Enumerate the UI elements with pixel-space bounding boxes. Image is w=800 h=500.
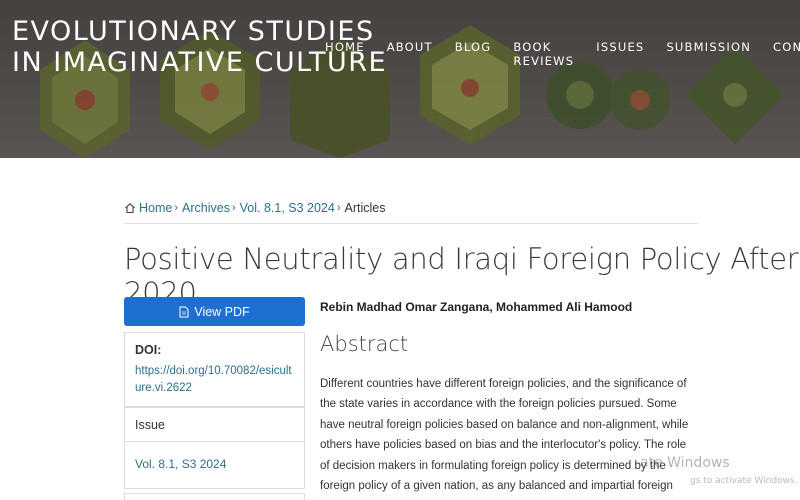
nav-home[interactable]: HOME (325, 40, 365, 68)
nav-issues[interactable]: ISSUES (596, 40, 644, 68)
site-header: EVOLUTIONARY STUDIES IN IMAGINATIVE CULT… (0, 0, 800, 158)
issue-heading: Issue (124, 407, 305, 442)
activate-windows-watermark: ate Windows (640, 455, 730, 471)
nav-blog[interactable]: BLOG (455, 40, 492, 68)
nav-contact[interactable]: CONTACT (773, 40, 800, 68)
breadcrumb-current: Articles (344, 201, 386, 215)
chevron-right-icon: › (231, 202, 236, 214)
view-pdf-button[interactable]: View PDF (124, 297, 305, 326)
article-authors: Rebin Madhad Omar Zangana, Mohammed Ali … (320, 300, 633, 314)
chevron-right-icon: › (336, 202, 341, 214)
abstract-text: Different countries have different forei… (320, 378, 689, 493)
breadcrumb: Home › Archives › Vol. 8.1, S3 2024 › Ar… (124, 201, 386, 215)
file-icon (179, 306, 189, 317)
view-pdf-label: View PDF (194, 304, 250, 319)
main-nav: HOME ABOUT BLOG BOOK REVIEWS ISSUES SUBM… (325, 40, 800, 68)
divider (124, 223, 698, 224)
doi-label: DOI: (135, 343, 162, 357)
breadcrumb-volume[interactable]: Vol. 8.1, S3 2024 (240, 201, 335, 215)
activate-windows-subtitle: gs to activate Windows. (690, 476, 798, 486)
chevron-right-icon: › (174, 202, 179, 214)
issue-link[interactable]: Vol. 8.1, S3 2024 (124, 441, 305, 489)
doi-panel: DOI: https://doi.org/10.70082/esiculture… (124, 332, 305, 407)
home-icon (125, 203, 135, 214)
breadcrumb-archives[interactable]: Archives (182, 201, 230, 215)
abstract-heading: Abstract (320, 332, 409, 356)
nav-about[interactable]: ABOUT (387, 40, 433, 68)
doi-link[interactable]: https://doi.org/10.70082/esiculture.vi.2… (135, 363, 294, 397)
sidebar-next-panel (124, 493, 305, 500)
nav-book-reviews[interactable]: BOOK REVIEWS (513, 40, 574, 68)
nav-submission[interactable]: SUBMISSION (666, 40, 751, 68)
breadcrumb-home[interactable]: Home (139, 201, 172, 215)
